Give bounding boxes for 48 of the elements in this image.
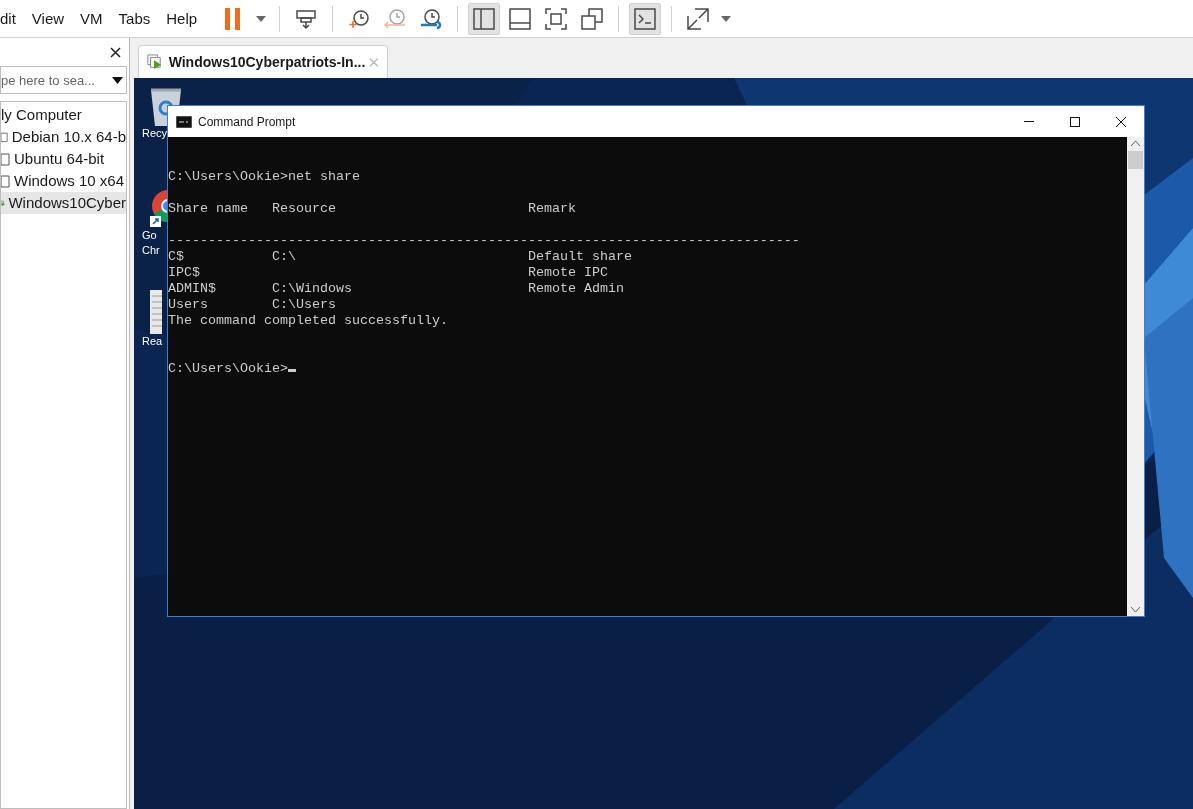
fullscreen-icon (545, 7, 568, 30)
desktop-icon-label[interactable]: Rea (142, 334, 163, 349)
scroll-up-icon (1131, 141, 1140, 146)
scroll-down-icon (1131, 607, 1140, 612)
menu-item[interactable]: Tabs (110, 8, 159, 29)
clock-arrow-icon (383, 7, 408, 30)
toolbar-button[interactable] (629, 2, 662, 35)
caret-icon (256, 15, 267, 22)
windows-overlap-icon (581, 7, 604, 30)
toolbar-button[interactable] (468, 2, 501, 35)
clock-plus-icon (348, 7, 371, 30)
close-icon (1116, 116, 1126, 127)
vm-icon (1, 174, 11, 188)
vm-icon (1, 130, 9, 144)
console-output: C:\Users\Ookie>net share Share name Resource Remark ------------------------------------------------------------------------------- C$ C:\ Default share IPC$ Remote IPC ADMIN$ C:\Windows Remote Admin Users C:\Users The command completed successfully. C:\Users\Ookie> (168, 169, 800, 376)
menu-item[interactable]: dit (0, 8, 24, 29)
tab-label: Windows10Cyberpatriots-In... (168, 52, 366, 72)
search-field[interactable]: pe here to sea... (0, 66, 127, 94)
maximize-icon (1070, 116, 1080, 127)
menu-item[interactable]: VM (72, 8, 111, 29)
terminal-icon (634, 7, 657, 30)
caret-icon (721, 15, 732, 22)
close-icon (109, 46, 121, 58)
tree-item[interactable]: ly Computer (1, 104, 126, 126)
close-button[interactable] (107, 44, 123, 60)
tree-item[interactable]: Windows 10 x64 (1, 170, 126, 192)
desktop-icon-label[interactable]: Chr (142, 243, 160, 258)
keyboard-send-icon (295, 7, 318, 30)
console-app-icon (176, 115, 192, 128)
resize-icon (687, 7, 710, 30)
sidebar-layout-icon (473, 7, 496, 30)
document-icon (150, 290, 162, 334)
minimize-icon (1024, 121, 1034, 122)
tree-item[interactable]: Ubuntu 64-bit (1, 148, 126, 170)
vm-tab[interactable]: Windows10Cyberpatriots-In... (138, 45, 388, 78)
tree-item-label: Windows 10 x64 (14, 170, 125, 191)
menu-item[interactable]: View (23, 8, 73, 29)
tree-item-label: Ubuntu 64-bit (14, 148, 105, 169)
clock-wrench-icon (419, 7, 444, 30)
vm-icon (1, 152, 11, 166)
scrollbar-thumb[interactable] (1128, 151, 1143, 169)
desktop-icon-label[interactable]: Go (142, 228, 157, 243)
menu-item[interactable]: Help (158, 8, 206, 29)
desktop-icon-label[interactable]: Recy (142, 126, 168, 141)
window-title: Command Prompt (198, 113, 297, 131)
pause-icon (225, 7, 242, 30)
bottom-panel-icon (509, 7, 532, 30)
dropdown-arrow-icon[interactable] (112, 77, 123, 84)
